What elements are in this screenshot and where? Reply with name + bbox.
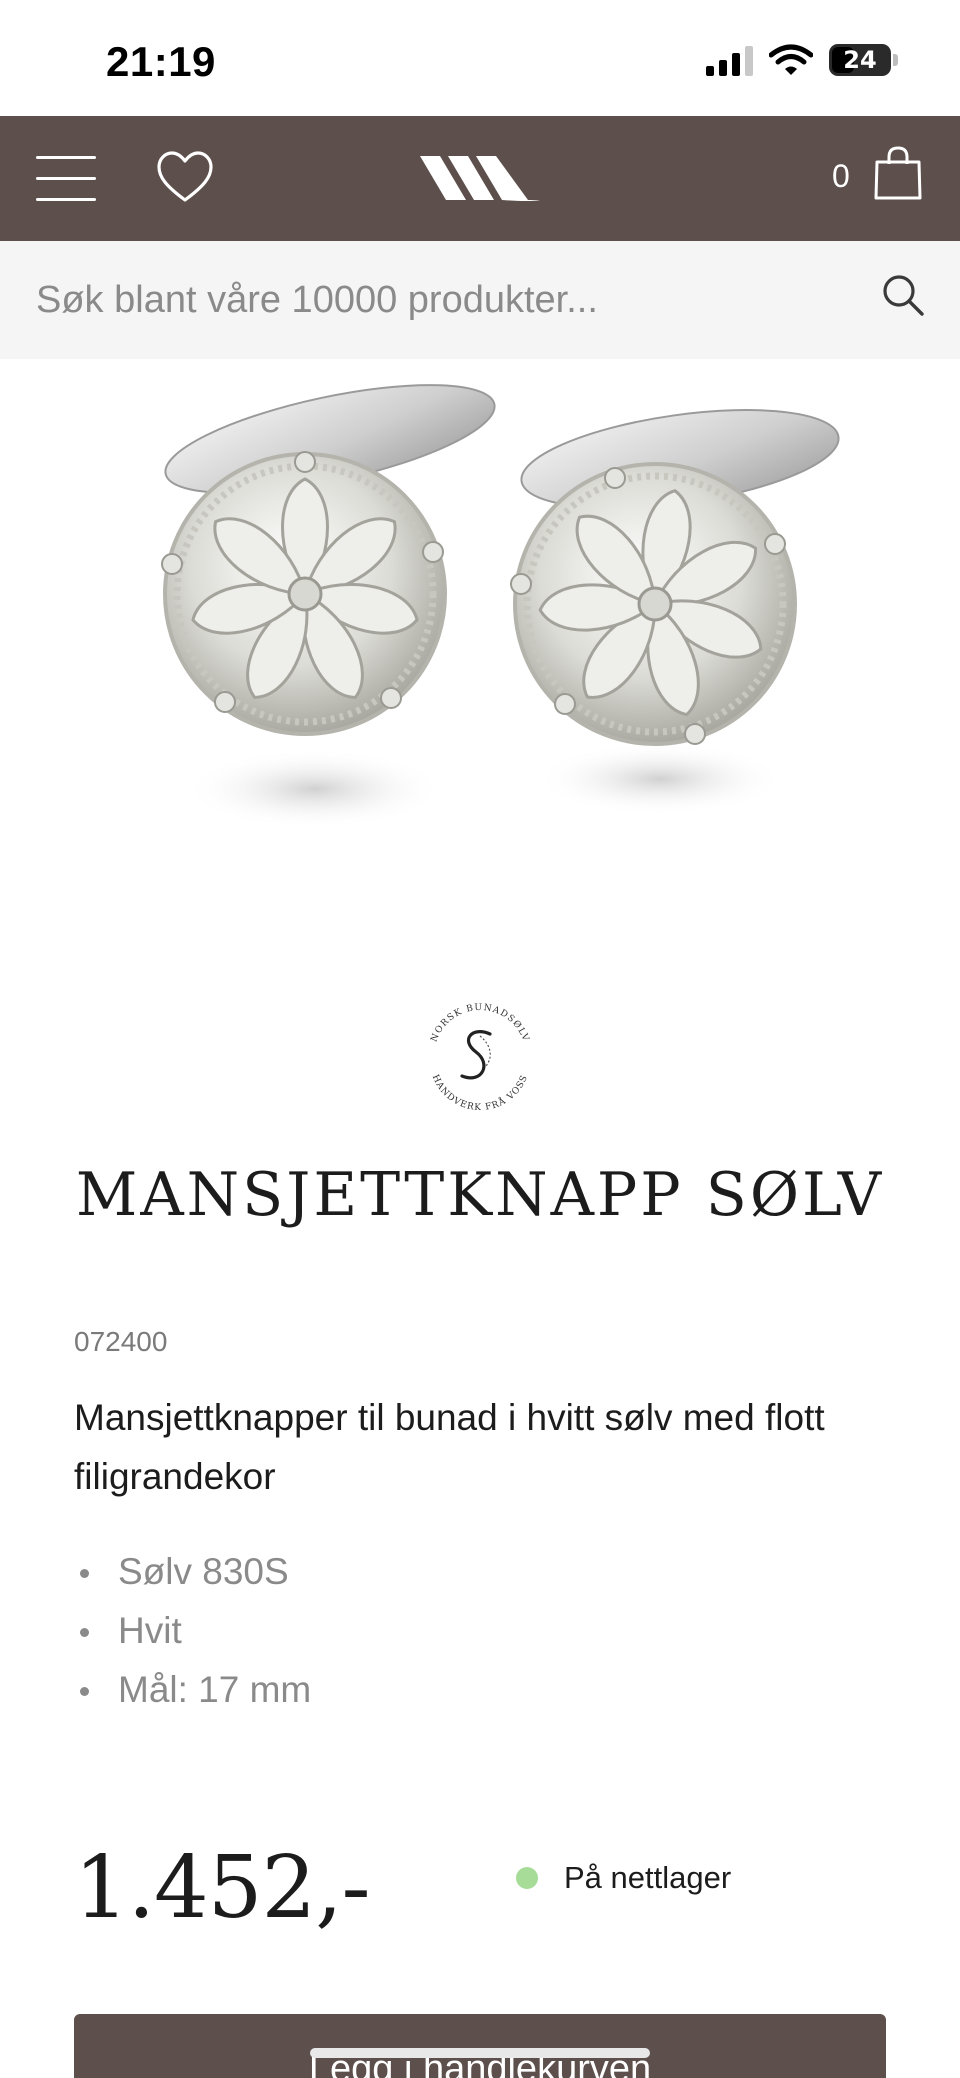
add-to-cart-button[interactable]: Legg i handlekurven — [74, 2014, 886, 2078]
product-image — [161, 384, 840, 829]
product-features-list: Sølv 830S Hvit Mål: 17 mm — [74, 1542, 311, 1719]
svg-text:HANDVERK FRÅ VOSS: HANDVERK FRÅ VOSS — [430, 1073, 530, 1113]
stock-status-dot-icon — [516, 1867, 538, 1889]
shopping-bag-icon[interactable] — [872, 144, 924, 202]
menu-button[interactable] — [36, 156, 96, 202]
product-description: Mansjettknapper til bunad i hvitt sølv m… — [74, 1397, 825, 1497]
status-bar: 21:19 24 — [0, 0, 960, 116]
stock-status-label: På nettlager — [564, 1860, 732, 1895]
feature-item: Hvit — [74, 1601, 311, 1660]
site-header: 0 — [0, 116, 960, 241]
feature-item: Mål: 17 mm — [74, 1660, 311, 1719]
cufflink-left — [161, 384, 496, 829]
wifi-icon — [769, 44, 813, 75]
search-icon[interactable] — [880, 272, 926, 318]
cellular-signal-icon — [706, 44, 753, 76]
status-time: 21:19 — [106, 38, 216, 85]
stock-status: På nettlager — [516, 1860, 731, 1896]
wishlist-heart-icon[interactable] — [156, 150, 214, 204]
brand-seal-logo: NORSK BUNADSØLV HANDVERK FRÅ VOSS — [429, 1003, 530, 1113]
search-input[interactable] — [36, 271, 856, 329]
cart-count: 0 — [832, 158, 850, 194]
brand-logo[interactable] — [418, 150, 542, 206]
cufflink-right — [510, 409, 840, 815]
svg-text:NORSK BUNADSØLV: NORSK BUNADSØLV — [429, 1003, 530, 1044]
battery-icon: 24 — [829, 44, 891, 76]
home-indicator[interactable] — [310, 2048, 650, 2058]
battery-percentage: 24 — [843, 46, 877, 74]
product-price: 1.452,- — [74, 1838, 371, 1938]
product-title: MANSJETTKNAPP SØLV — [75, 1160, 885, 1230]
feature-item: Sølv 830S — [74, 1542, 311, 1601]
status-icons: 24 — [706, 44, 898, 76]
product-sku: 072400 — [74, 1326, 168, 1357]
search-bar — [0, 241, 960, 359]
battery-cap — [893, 54, 898, 66]
